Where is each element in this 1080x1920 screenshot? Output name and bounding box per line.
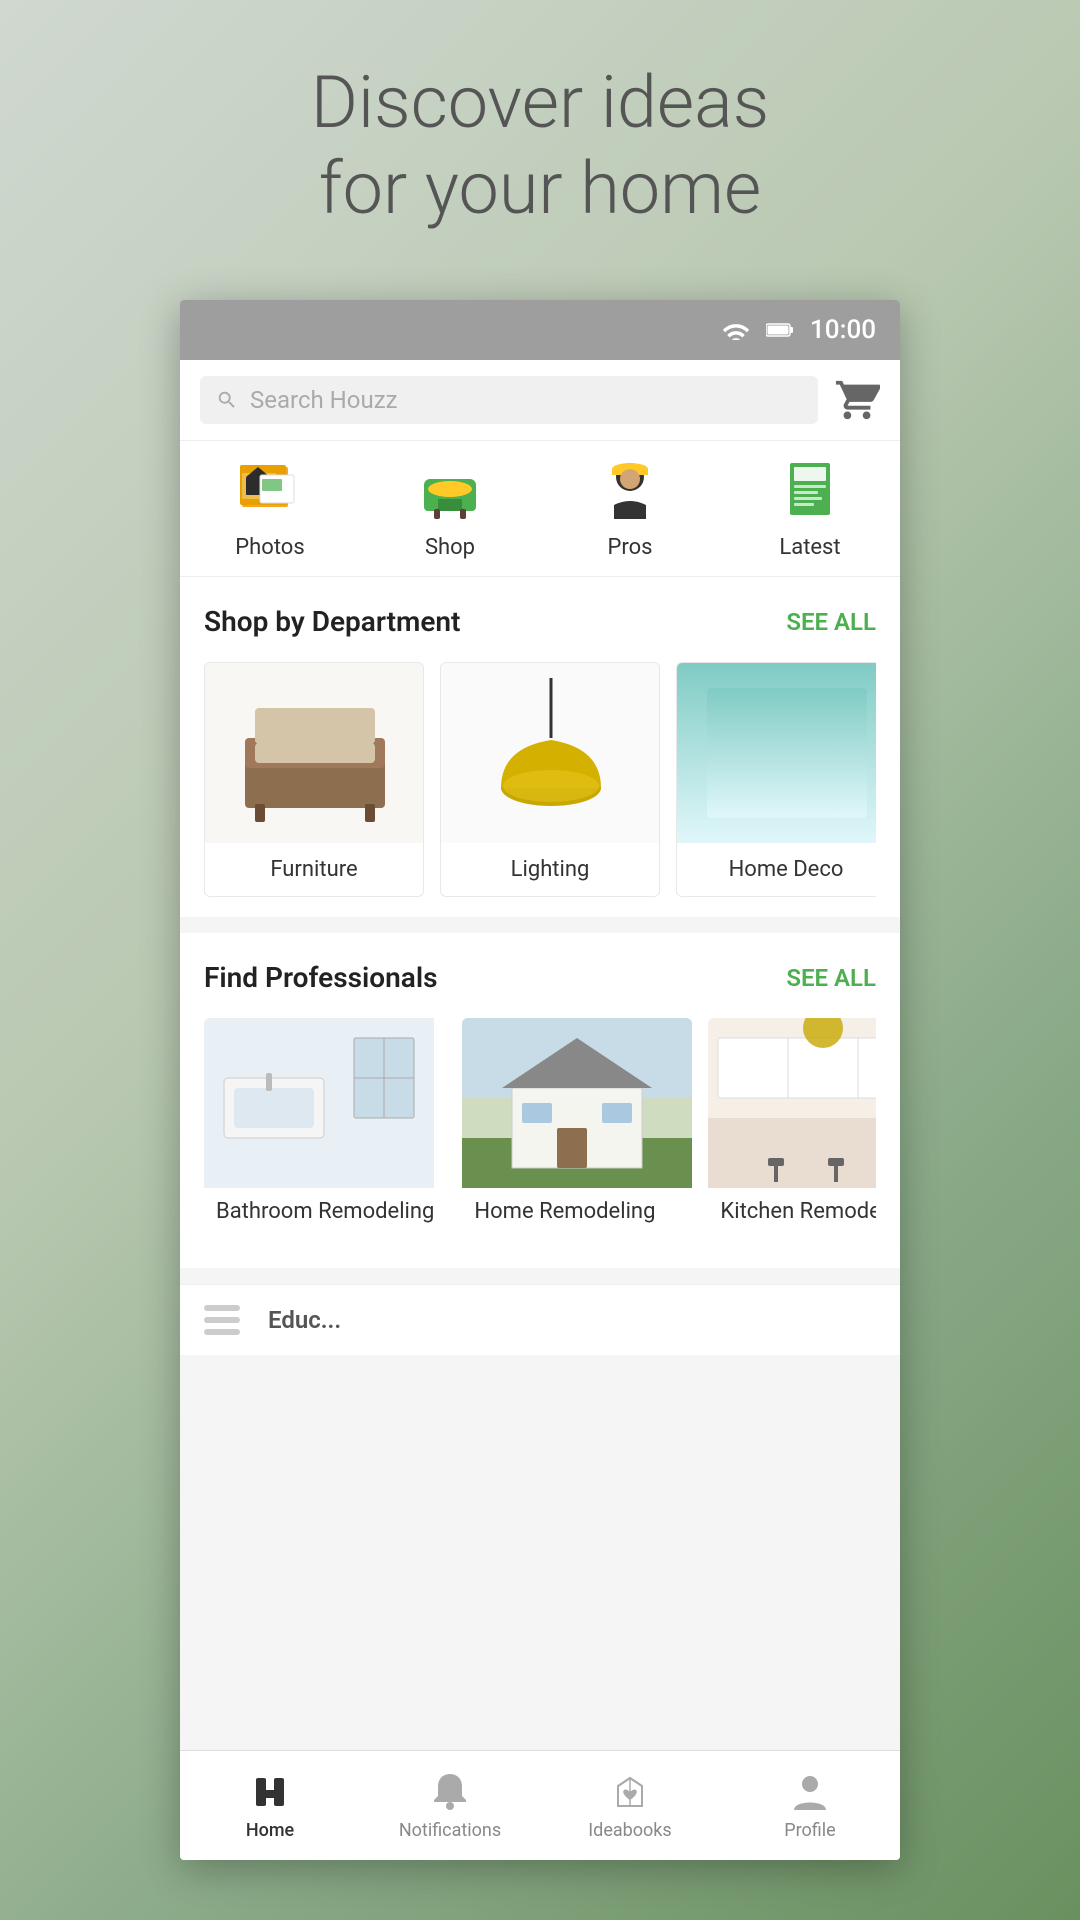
home-nav-icon [248,1770,292,1814]
lighting-image [441,663,660,843]
prof-cards: Bathroom Remodeling [204,1018,876,1248]
profile-nav-label: Profile [784,1820,835,1841]
nav-pros-label: Pros [607,535,652,560]
wifi-icon [722,320,750,340]
bottom-nav-profile[interactable]: Profile [720,1770,900,1841]
remodeling-svg [462,1018,692,1188]
ideabooks-nav-label: Ideabooks [588,1820,671,1841]
latest-icon [774,453,846,525]
status-time: 10:00 [810,315,876,345]
home-nav-label: Home [246,1820,294,1841]
shop-icon [414,453,486,525]
shop-section: Shop by Department SEE ALL [180,577,900,917]
notifications-nav-label: Notifications [399,1820,501,1841]
bathroom-svg [204,1018,434,1188]
furniture-label: Furniture [205,843,423,896]
homedeco-image [677,663,876,843]
kitchen-label: Kitchen Remodelin... [708,1188,876,1237]
status-bar: 10:00 [180,300,900,360]
furniture-svg [225,678,405,828]
nav-photos-label: Photos [235,535,304,560]
shop-see-all[interactable]: SEE ALL [786,608,876,636]
bathroom-label: Bathroom Remodeling [204,1188,446,1237]
bottom-nav-home[interactable]: Home [180,1770,360,1841]
nav-shop-label: Shop [425,535,475,560]
nav-icon-shop[interactable]: Shop [360,453,540,560]
bottom-nav-notifications[interactable]: Notifications [360,1770,540,1841]
search-bar: Search Houzz [180,360,900,441]
shop-section-title: Shop by Department [204,605,460,638]
dept-cards: Furniture [204,662,876,897]
shop-section-header: Shop by Department SEE ALL [204,605,876,638]
dept-card-furniture[interactable]: Furniture [204,662,424,897]
nav-icon-pros[interactable]: Pros [540,453,720,560]
main-content: Shop by Department SEE ALL [180,577,900,1750]
discover-text: Discover ideas for your home [0,60,1080,233]
nav-icon-photos[interactable]: Photos [180,453,360,560]
kitchen-image [708,1018,876,1188]
ideabooks-nav-icon [608,1770,652,1814]
bottom-hint-text: Educ... [268,1306,341,1334]
dept-card-homedeco[interactable]: Home Deco [676,662,876,897]
notifications-nav-icon [428,1770,472,1814]
professionals-see-all[interactable]: SEE ALL [786,964,876,992]
discover-line2: for your home [319,146,761,231]
prof-card-remodeling[interactable]: Home Remodeling [462,1018,692,1248]
bottom-nav-ideabooks[interactable]: Ideabooks [540,1770,720,1841]
homedeco-svg [697,678,876,828]
pros-icon [594,453,666,525]
dept-card-lighting[interactable]: Lighting [440,662,660,897]
nav-latest-label: Latest [779,535,840,560]
phone-container: 10:00 Search Houzz [180,300,900,1860]
lighting-label: Lighting [441,843,659,896]
battery-icon [766,322,794,338]
remodeling-label: Home Remodeling [462,1188,692,1237]
professionals-section-header: Find Professionals SEE ALL [204,961,876,994]
photos-icon [234,453,306,525]
bottom-nav: Home Notifications Ideabooks [180,1750,900,1860]
bottom-hint-section: Educ... [180,1284,900,1355]
profile-nav-icon [788,1770,832,1814]
cart-icon[interactable] [834,377,880,423]
lighting-svg [461,678,641,828]
prof-card-kitchen[interactable]: Kitchen Remodelin... [708,1018,876,1248]
furniture-image [205,663,424,843]
search-input-wrap[interactable]: Search Houzz [200,376,818,424]
search-placeholder: Search Houzz [250,386,398,414]
nav-icon-latest[interactable]: Latest [720,453,900,560]
kitchen-svg [708,1018,876,1188]
professionals-section: Find Professionals SEE ALL [180,933,900,1268]
professionals-title: Find Professionals [204,961,437,994]
prof-card-bathroom[interactable]: Bathroom Remodeling [204,1018,446,1248]
hint-icon [204,1305,240,1335]
nav-icons-row: Photos Shop [180,441,900,577]
homedeco-label: Home Deco [677,843,876,896]
bathroom-image [204,1018,434,1188]
remodeling-image [462,1018,692,1188]
search-icon [216,389,238,411]
discover-line1: Discover ideas [311,60,770,145]
